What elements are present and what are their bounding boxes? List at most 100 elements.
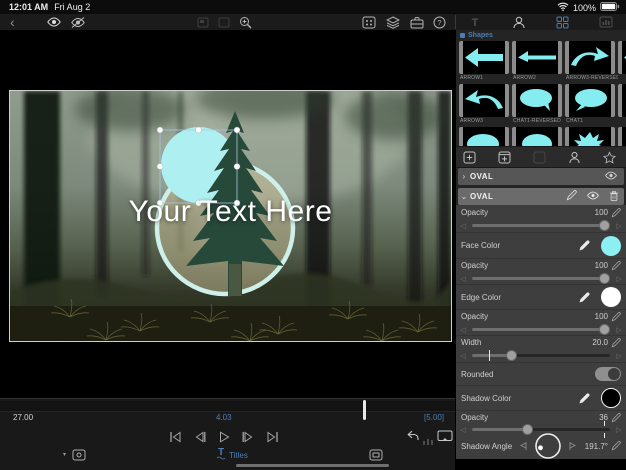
audio-meter-icon[interactable] (422, 432, 434, 450)
slider-dec[interactable]: ◁ (459, 352, 467, 360)
slider-thumb[interactable] (506, 350, 517, 361)
layer-visibility-icon[interactable] (604, 171, 618, 182)
edit-value-icon[interactable] (611, 208, 621, 218)
shapes-header-icon (460, 33, 465, 38)
shadow-color-swatch[interactable] (601, 388, 621, 408)
slider-inc[interactable]: ▷ (615, 275, 623, 283)
toolbox-icon[interactable] (410, 15, 424, 29)
shape-preset-bubble2[interactable] (512, 127, 562, 146)
face-opacity-value: 100 (595, 208, 608, 217)
edit-value-icon[interactable] (611, 338, 621, 348)
shapes-panel: Shapes ARROW1 ARROW2 ARROW3-REVERSED (456, 30, 626, 459)
face-color-swatch[interactable] (601, 236, 621, 256)
slider-inc[interactable]: ▷ (615, 326, 623, 334)
face-opacity-slider[interactable]: ◁ ▷ (456, 219, 626, 232)
main-clip-icon[interactable] (72, 448, 86, 466)
shape-preset-arrow2[interactable] (512, 41, 562, 74)
face-opacity-row: Opacity 100 (456, 207, 626, 218)
layout-a-icon[interactable] (197, 15, 209, 29)
tab-text[interactable]: T (469, 15, 481, 29)
add-icon[interactable] (462, 150, 476, 164)
eyedropper-icon[interactable] (578, 239, 591, 252)
expand-chevron-icon[interactable]: ⌄ (458, 192, 470, 201)
edit-value-icon[interactable] (611, 312, 621, 322)
slider-dec[interactable]: ◁ (459, 275, 467, 283)
slider-dec[interactable]: ◁ (459, 222, 467, 230)
app-window: 12:01 AM Fri Aug 2 100% ‹ (0, 0, 626, 470)
timeline-scrollbar[interactable] (236, 464, 389, 467)
shape-preset-extra-col2[interactable] (618, 84, 626, 117)
width-slider[interactable]: ◁ ▷ (456, 349, 626, 362)
eyedropper-icon[interactable] (578, 392, 591, 405)
playhead[interactable] (363, 400, 366, 420)
zoom-in-icon[interactable] (239, 15, 252, 29)
toolbar-divider (455, 15, 456, 29)
viewer-canvas[interactable]: Your Text Here (9, 90, 452, 342)
undo-button[interactable] (405, 429, 420, 447)
slider-thumb[interactable] (599, 273, 610, 284)
snapshot-icon[interactable] (362, 15, 376, 29)
title-overlay-text[interactable]: Your Text Here (10, 195, 451, 229)
slider-dec[interactable]: ◁ (459, 326, 467, 334)
display-icon[interactable] (437, 429, 453, 447)
back-button[interactable]: ‹ (10, 15, 15, 29)
top-toolbar: ‹ ? T (0, 14, 626, 31)
shape-preset-bubble1[interactable] (459, 127, 509, 146)
shape-preset-arrow3-reversed[interactable] (565, 41, 615, 74)
shape-preset-extra-col[interactable] (618, 41, 626, 74)
jump-start-button[interactable] (168, 430, 182, 448)
slider-thumb[interactable] (599, 324, 610, 335)
frame-back-button[interactable] (193, 430, 207, 448)
titles-clip-icon[interactable]: T (215, 446, 227, 465)
layer-delete-icon[interactable] (609, 190, 619, 204)
layer-name: OVAL (470, 192, 566, 201)
layer-row-oval-1[interactable]: › OVAL (458, 168, 624, 185)
tab-voice[interactable] (512, 15, 526, 29)
face-color-row: Face Color (456, 233, 626, 258)
clip-dropdown-icon[interactable]: ▾ (63, 451, 66, 458)
edge-color-swatch[interactable] (601, 287, 621, 307)
help-icon[interactable]: ? (433, 15, 446, 29)
narration-icon[interactable] (567, 150, 581, 164)
layer-visibility-icon[interactable] (586, 191, 600, 202)
favorites-icon[interactable] (602, 150, 616, 164)
svg-text:T: T (218, 447, 224, 458)
hide-overlay-icon[interactable] (70, 15, 86, 29)
shape-preset-arrow1[interactable] (459, 41, 509, 74)
edit-value-icon[interactable] (611, 441, 621, 451)
shape-preset-grid: ARROW1 ARROW2 ARROW3-REVERSED ARROW3 CHA… (456, 41, 626, 146)
shape-preset-chat1[interactable] (565, 84, 615, 117)
angle-dec-icon[interactable] (519, 441, 528, 451)
layers-icon[interactable] (386, 15, 400, 29)
shape-preset-chat1-reversed[interactable] (512, 84, 562, 117)
angle-inc-icon[interactable] (568, 441, 577, 451)
titles-clip-label[interactable]: Titles (229, 451, 248, 460)
jump-end-button[interactable] (266, 430, 280, 448)
timeline[interactable]: 27.00 4.03 [5.00] ▾ T Titles (0, 398, 455, 470)
slider-inc[interactable]: ▷ (615, 352, 623, 360)
clip-duration: [5.00] (424, 413, 444, 422)
layer-row-oval-2-selected[interactable]: ⌄ OVAL (458, 188, 624, 205)
shape-preset-arrow3[interactable] (459, 84, 509, 117)
shape-preset-extra-col3[interactable] (618, 127, 626, 146)
rounded-toggle[interactable] (595, 367, 621, 381)
layer-edit-icon[interactable] (566, 190, 577, 203)
tab-shapes[interactable] (556, 15, 569, 29)
slider-inc[interactable]: ▷ (615, 222, 623, 230)
eyedropper-icon[interactable] (578, 291, 591, 304)
collapse-chevron-icon[interactable]: › (458, 172, 470, 181)
slider-thumb[interactable] (599, 220, 610, 231)
add-to-album-icon[interactable] (497, 150, 511, 164)
album-icon[interactable] (532, 150, 546, 164)
edit-value-icon[interactable] (611, 413, 621, 423)
tab-stats[interactable] (599, 15, 613, 29)
frame-forward-button[interactable] (241, 430, 255, 448)
show-overlay-icon[interactable] (46, 15, 62, 29)
shadow-opacity-row: Opacity 36 (456, 412, 626, 423)
edit-value-icon[interactable] (611, 261, 621, 271)
angle-dial[interactable] (534, 432, 562, 459)
battery-percent: 100% (573, 3, 596, 13)
timeline-ruler[interactable] (0, 401, 455, 412)
shape-preset-burst[interactable] (565, 127, 615, 146)
layout-b-icon[interactable] (218, 15, 230, 29)
